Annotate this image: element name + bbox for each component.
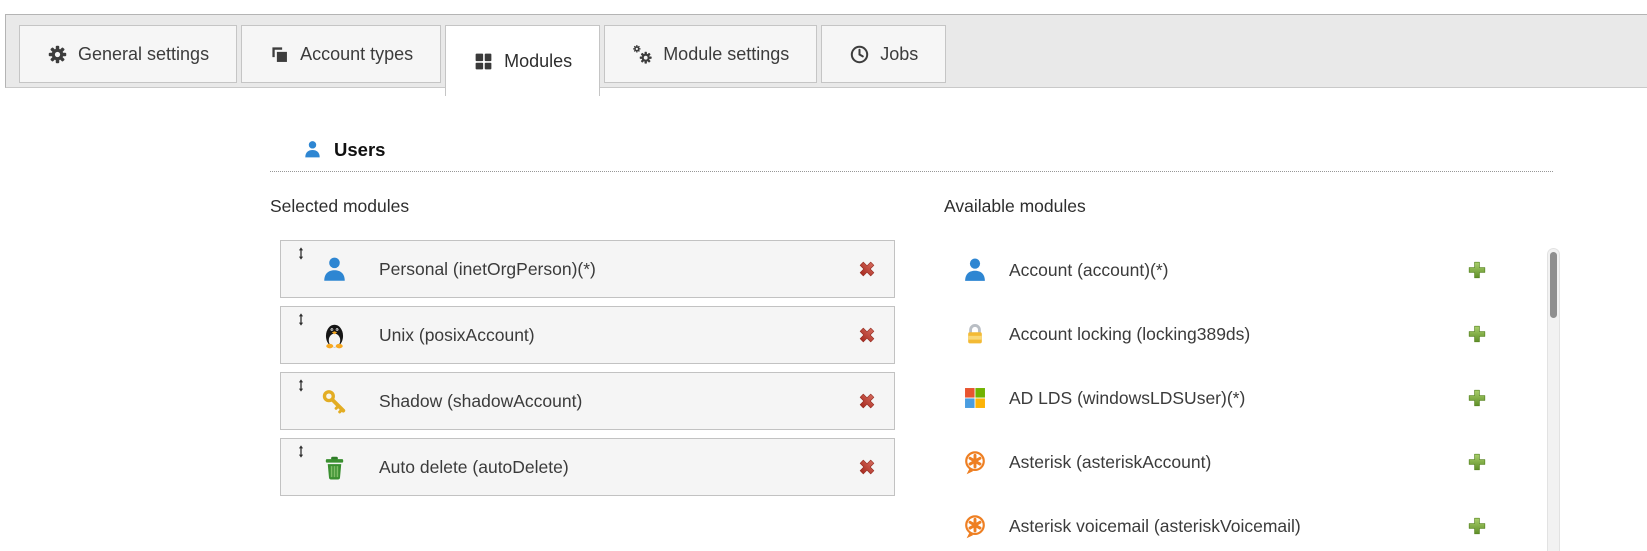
account-types-icon — [269, 44, 290, 65]
asterisk-icon — [962, 449, 988, 475]
module-name: Unix (posixAccount) — [379, 325, 535, 346]
clock-icon — [849, 44, 870, 65]
tab-jobs[interactable]: Jobs — [821, 25, 946, 83]
module-name: AD LDS (windowsLDSUser)(*) — [1009, 388, 1245, 409]
delete-x-icon[interactable] — [857, 457, 877, 477]
available-module-row-account: Account (account)(*) — [944, 242, 1504, 298]
move-handle-icon[interactable] — [294, 246, 308, 261]
section-divider — [270, 171, 1553, 172]
modules-grid-icon — [473, 51, 494, 72]
available-module-row-ad: AD LDS (windowsLDSUser)(*) — [944, 370, 1504, 426]
settings-tab-bar: General settings Account types Modules Modu… — [5, 14, 1647, 88]
windows-icon — [962, 385, 988, 411]
tab-label: Account types — [300, 44, 413, 65]
tab-modules[interactable]: Modules — [445, 25, 600, 96]
available-module-row-asterisk: Asterisk voicemail (asteriskVoicemail) — [944, 498, 1504, 551]
users-section-header: Users — [303, 138, 385, 161]
user-icon — [962, 257, 988, 283]
asterisk-icon — [962, 513, 988, 539]
plus-icon[interactable] — [1467, 324, 1487, 344]
available-module-row-account: Account locking (locking389ds) — [944, 306, 1504, 362]
available-module-row-asterisk: Asterisk (asteriskAccount) — [944, 434, 1504, 490]
selected-module-row-unix: Unix (posixAccount) — [280, 306, 895, 364]
tab-account-types[interactable]: Account types — [241, 25, 441, 83]
tab-module-settings[interactable]: Module settings — [604, 25, 817, 83]
user-icon — [321, 256, 348, 283]
tab-label: Modules — [504, 51, 572, 72]
available-modules-list: Account (account)(*) Account locking (loc… — [944, 242, 1504, 551]
plus-icon[interactable] — [1467, 260, 1487, 280]
tab-label: General settings — [78, 44, 209, 65]
user-icon — [303, 138, 322, 161]
module-name: Personal (inetOrgPerson)(*) — [379, 259, 596, 280]
lam-configuration-page: General settings Account types Modules Modu… — [0, 0, 1647, 551]
delete-x-icon[interactable] — [857, 391, 877, 411]
plus-icon[interactable] — [1467, 452, 1487, 472]
module-settings-gears-icon — [632, 44, 653, 65]
gear-icon — [47, 44, 68, 65]
key-icon — [321, 388, 348, 415]
move-handle-icon[interactable] — [294, 444, 308, 459]
plus-icon[interactable] — [1467, 516, 1487, 536]
module-name: Shadow (shadowAccount) — [379, 391, 582, 412]
module-name: Account (account)(*) — [1009, 260, 1169, 281]
plus-icon[interactable] — [1467, 388, 1487, 408]
module-name: Asterisk (asteriskAccount) — [1009, 452, 1211, 473]
module-name: Account locking (locking389ds) — [1009, 324, 1250, 345]
tab-label: Module settings — [663, 44, 789, 65]
delete-x-icon[interactable] — [857, 259, 877, 279]
trash-icon — [321, 454, 348, 481]
padlock-icon — [962, 321, 988, 347]
delete-x-icon[interactable] — [857, 325, 877, 345]
selected-module-row-shadow: Shadow (shadowAccount) — [280, 372, 895, 430]
move-handle-icon[interactable] — [294, 378, 308, 393]
selected-modules-label: Selected modules — [270, 196, 409, 217]
users-section-title: Users — [334, 139, 385, 161]
selected-module-row-auto: Auto delete (autoDelete) — [280, 438, 895, 496]
available-modules-label: Available modules — [944, 196, 1086, 217]
module-name: Auto delete (autoDelete) — [379, 457, 569, 478]
tux-penguin-icon — [321, 322, 348, 349]
selected-modules-list: Personal (inetOrgPerson)(*) Unix (posixAc… — [280, 240, 895, 496]
available-modules-scrollbar[interactable] — [1547, 248, 1560, 551]
scrollbar-thumb[interactable] — [1550, 252, 1557, 318]
tab-general-settings[interactable]: General settings — [19, 25, 237, 83]
module-name: Asterisk voicemail (asteriskVoicemail) — [1009, 516, 1301, 537]
tab-label: Jobs — [880, 44, 918, 65]
selected-module-row-personal: Personal (inetOrgPerson)(*) — [280, 240, 895, 298]
move-handle-icon[interactable] — [294, 312, 308, 327]
